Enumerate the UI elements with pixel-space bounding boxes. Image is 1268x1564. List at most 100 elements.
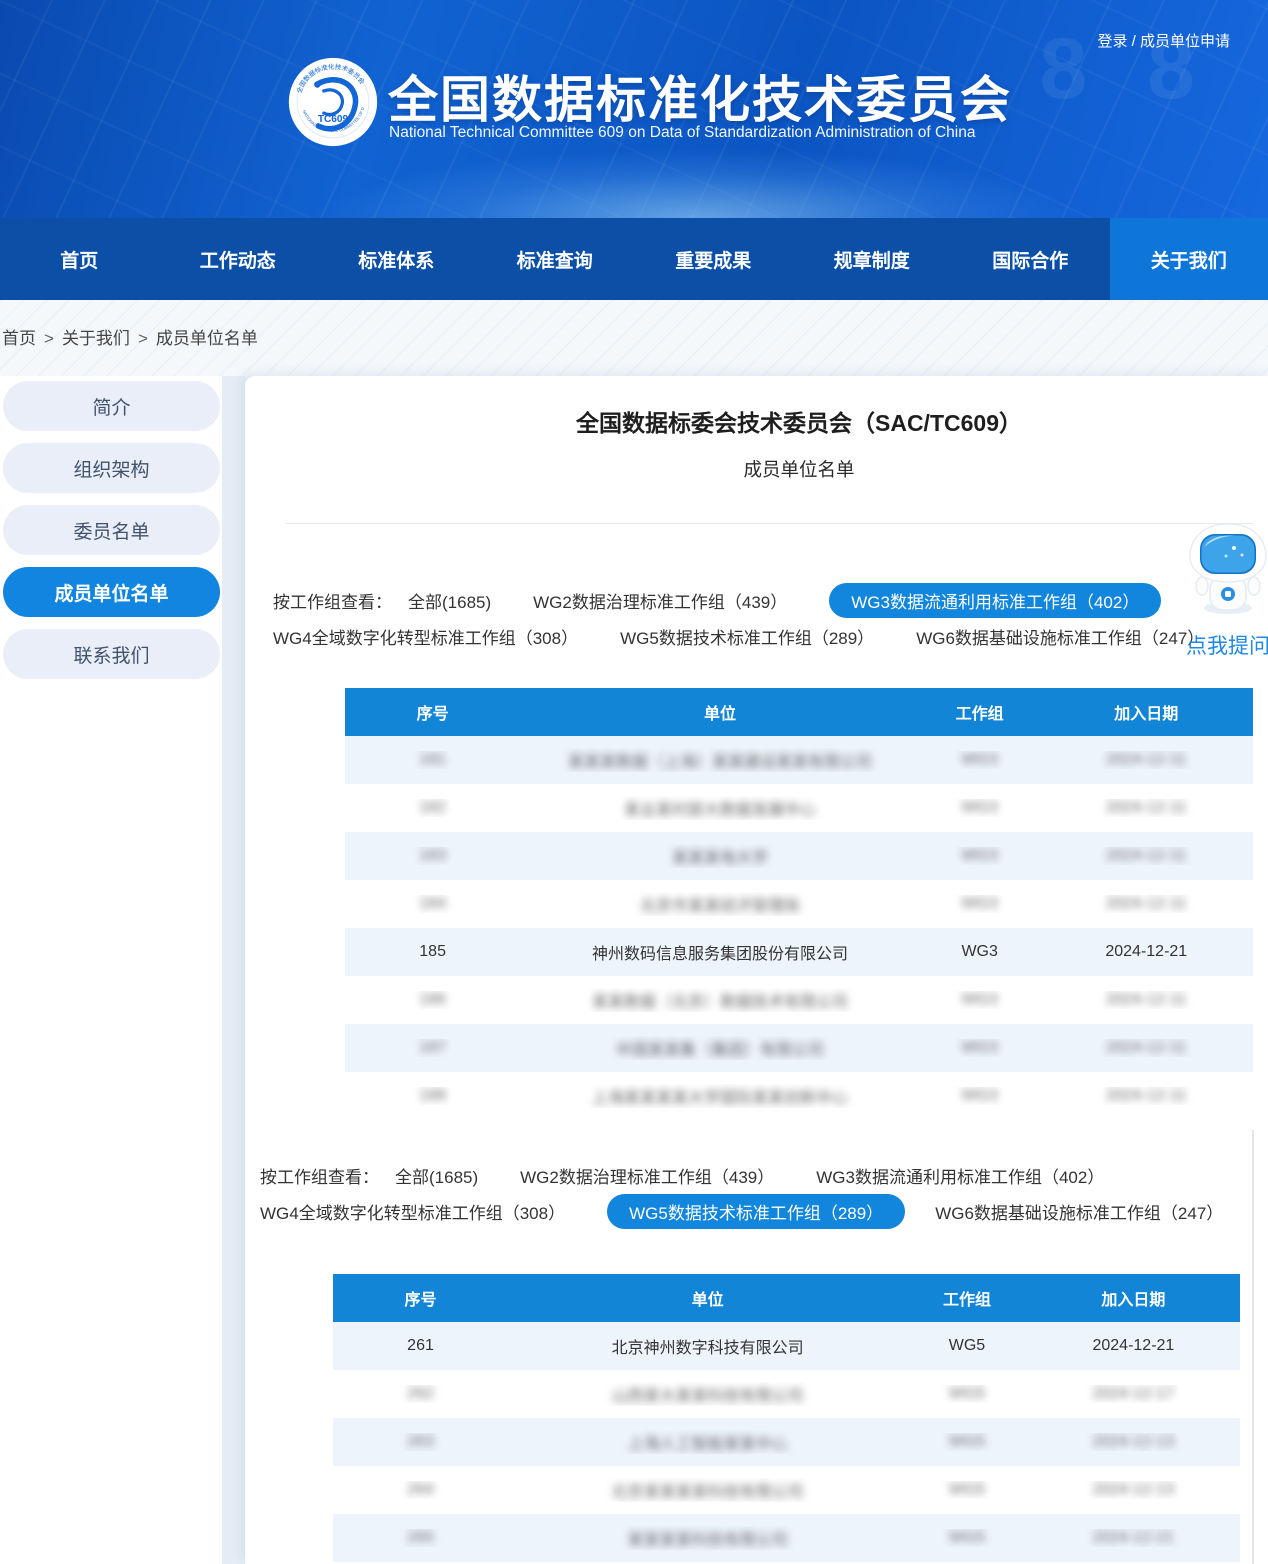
cell-no: 263 xyxy=(333,1433,508,1451)
table-header-cell: 序号 xyxy=(333,1286,508,1310)
cell-org: 北京神州数字科技有限公司 xyxy=(508,1334,907,1358)
sidebar-item-组织架构[interactable]: 组织架构 xyxy=(3,443,220,493)
breadcrumb-item: 成员单位名单 xyxy=(156,329,258,348)
cell-org: 北京某某某某科技有限公司 xyxy=(508,1478,907,1502)
filter-line: 按工作组查看： 全部(1685) WG2数据治理标准工作组（439） WG3数据流通利… xyxy=(260,1157,1260,1193)
cell-no: 181 xyxy=(345,751,520,769)
cell-date: 2024-12-17 xyxy=(1027,1385,1240,1403)
filter-workgroup-tab[interactable]: WG2数据治理标准工作组（439） xyxy=(533,588,787,613)
filter-workgroup-tab[interactable]: WG3数据流通利用标准工作组（402） xyxy=(829,583,1161,618)
filter-workgroup-tab[interactable]: WG2数据治理标准工作组（439） xyxy=(520,1163,774,1188)
site-banner: 8 8 TC609 全国数据标准化技术委员会 NATIONAL TECHNICA… xyxy=(0,0,1268,218)
cell-wg: WG3 xyxy=(920,943,1040,961)
cell-org: 上海某某某某大学国际某某创新中心 xyxy=(520,1084,920,1108)
cell-wg: WG5 xyxy=(907,1433,1027,1451)
filter-workgroup-tab[interactable]: WG4全域数字化转型标准工作组（308） xyxy=(260,1199,565,1224)
sidebar-item-联系我们[interactable]: 联系我们 xyxy=(3,629,220,679)
filter-workgroup-tab[interactable]: 全部(1685) xyxy=(408,588,491,613)
filter-label: 按工作组查看： xyxy=(273,588,392,613)
table-row[interactable]: 187中国某某集（集团）有限公司WG32024-12-11 xyxy=(345,1024,1253,1072)
nav-item-国际合作[interactable]: 国际合作 xyxy=(951,218,1110,300)
table-row[interactable]: 262山西某大某某科技有限公司WG52024-12-17 xyxy=(333,1370,1240,1418)
page: 8 8 TC609 全国数据标准化技术委员会 NATIONAL TECHNICA… xyxy=(0,0,1268,1564)
cell-wg: WG3 xyxy=(920,1087,1040,1105)
cell-org: 某某某数据（上海）某某建设某某有限公司 xyxy=(520,748,920,772)
table-row[interactable]: 263上海人工智能某某中心WG52024-12-13 xyxy=(333,1418,1240,1466)
nav-item-重要成果[interactable]: 重要成果 xyxy=(634,218,793,300)
nav-item-关于我们[interactable]: 关于我们 xyxy=(1110,218,1268,300)
filter-label: 按工作组查看： xyxy=(260,1163,379,1188)
nav-item-工作动态[interactable]: 工作动态 xyxy=(159,218,318,300)
cell-no: 184 xyxy=(345,895,520,913)
filter-line: WG4全域数字化转型标准工作组（308） WG5数据技术标准工作组（289） WG6… xyxy=(273,618,1253,654)
cell-date: 2024-12-21 xyxy=(1040,943,1253,961)
cell-org: 某某某电大学 xyxy=(520,844,920,868)
nav-item-标准体系[interactable]: 标准体系 xyxy=(317,218,476,300)
table-row[interactable]: 186某某数据（北京）数据技术有限公司WG32024-12-11 xyxy=(345,976,1253,1024)
table-row[interactable]: 181某某某数据（上海）某某建设某某有限公司WG32024-12-11 xyxy=(345,736,1253,784)
filter-line: 按工作组查看： 全部(1685) WG2数据治理标准工作组（439） WG3数据流通利… xyxy=(273,582,1253,618)
table-header-cell: 加入日期 xyxy=(1040,700,1253,724)
table-header-cell: 工作组 xyxy=(920,700,1040,724)
member-table-wg3: 序号单位工作组加入日期181某某某数据（上海）某某建设某某有限公司WG32024… xyxy=(345,688,1253,1120)
filter-workgroup-tab[interactable]: WG5数据技术标准工作组（289） xyxy=(607,1194,905,1229)
table-row[interactable]: 188上海某某某某大学国际某某创新中心WG32024-12-11 xyxy=(345,1072,1253,1120)
cell-no: 182 xyxy=(345,799,520,817)
table-header-cell: 单位 xyxy=(508,1286,907,1310)
table-row[interactable]: 264北京某某某某科技有限公司WG52024-12-13 xyxy=(333,1466,1240,1514)
page-title: 全国数据标委会技术委员会（SAC/TC609） xyxy=(345,404,1253,438)
table-row[interactable]: 265某某某某科技有限公司WG52024-12-21 xyxy=(333,1514,1240,1562)
assistant-robot-icon[interactable] xyxy=(1186,522,1268,622)
filter-workgroup-tab[interactable]: WG5数据技术标准工作组（289） xyxy=(620,624,874,649)
cell-wg: WG5 xyxy=(907,1337,1027,1355)
cell-org: 某业某村部大数据发展中心 xyxy=(520,796,920,820)
sidebar-item-委员名单[interactable]: 委员名单 xyxy=(3,505,220,555)
breadcrumb-item[interactable]: 关于我们 xyxy=(62,329,130,348)
sidebar-item-成员单位名单[interactable]: 成员单位名单 xyxy=(3,567,220,617)
filter-section-wg3: 按工作组查看： 全部(1685) WG2数据治理标准工作组（439） WG3数据流通利… xyxy=(273,582,1253,654)
filter-workgroup-tab[interactable]: WG6数据基础设施标准工作组（247） xyxy=(935,1199,1223,1224)
table-row[interactable]: 184北京市某某经济管理局WG32024-12-11 xyxy=(345,880,1253,928)
breadcrumb-item[interactable]: 首页 xyxy=(2,329,36,348)
cell-no: 265 xyxy=(333,1529,508,1547)
svg-text:TC609: TC609 xyxy=(318,114,349,125)
filter-workgroup-tab[interactable]: WG3数据流通利用标准工作组（402） xyxy=(816,1163,1104,1188)
nav-item-首页[interactable]: 首页 xyxy=(0,218,159,300)
table-header-cell: 加入日期 xyxy=(1027,1286,1240,1310)
filter-workgroup-tab[interactable]: WG6数据基础设施标准工作组（247） xyxy=(916,624,1204,649)
table-row[interactable]: 185神州数码信息服务集团股份有限公司WG32024-12-21 xyxy=(345,928,1253,976)
nav-item-规章制度[interactable]: 规章制度 xyxy=(793,218,952,300)
cell-wg: WG3 xyxy=(920,847,1040,865)
cell-wg: WG3 xyxy=(920,991,1040,1009)
cell-date: 2024-12-11 xyxy=(1040,895,1253,913)
cell-no: 261 xyxy=(333,1337,508,1355)
cell-no: 264 xyxy=(333,1481,508,1499)
filter-line: WG4全域数字化转型标准工作组（308） WG5数据技术标准工作组（289） WG6… xyxy=(260,1193,1260,1229)
filter-workgroup-tab[interactable]: 全部(1685) xyxy=(395,1163,478,1188)
cell-no: 185 xyxy=(345,943,520,961)
cell-wg: WG3 xyxy=(920,799,1040,817)
breadcrumb: 首页>关于我们>成员单位名单 xyxy=(2,324,258,349)
breadcrumb-separator: > xyxy=(138,329,148,348)
cell-no: 188 xyxy=(345,1087,520,1105)
cell-no: 186 xyxy=(345,991,520,1009)
sidebar-item-简介[interactable]: 简介 xyxy=(3,381,220,431)
nav-item-标准查询[interactable]: 标准查询 xyxy=(476,218,635,300)
panel-edge-line xyxy=(1252,1130,1254,1564)
filter-workgroup-tab[interactable]: WG4全域数字化转型标准工作组（308） xyxy=(273,624,578,649)
table-row[interactable]: 261北京神州数字科技有限公司WG52024-12-21 xyxy=(333,1322,1240,1370)
table-row[interactable]: 182某业某村部大数据发展中心WG32024-12-11 xyxy=(345,784,1253,832)
assistant-ask-link[interactable]: 点我提问 xyxy=(1173,630,1268,660)
cell-date: 2024-12-21 xyxy=(1027,1529,1240,1547)
cell-date: 2024-12-21 xyxy=(1027,1337,1240,1355)
table-header-cell: 单位 xyxy=(520,700,920,724)
table-header-row: 序号单位工作组加入日期 xyxy=(333,1274,1240,1322)
cell-date: 2024-12-11 xyxy=(1040,1039,1253,1057)
cell-no: 262 xyxy=(333,1385,508,1403)
content-panel: 全国数据标委会技术委员会（SAC/TC609） 成员单位名单 按工作组查看：全部… xyxy=(245,376,1268,1564)
cell-org: 神州数码信息服务集团股份有限公司 xyxy=(520,940,920,964)
table-row[interactable]: 183某某某电大学WG32024-12-11 xyxy=(345,832,1253,880)
cell-date: 2024-12-13 xyxy=(1027,1433,1240,1451)
login-link[interactable]: 登录 / 成员单位申请 xyxy=(1097,30,1230,51)
cell-org: 上海人工智能某某中心 xyxy=(508,1430,907,1454)
